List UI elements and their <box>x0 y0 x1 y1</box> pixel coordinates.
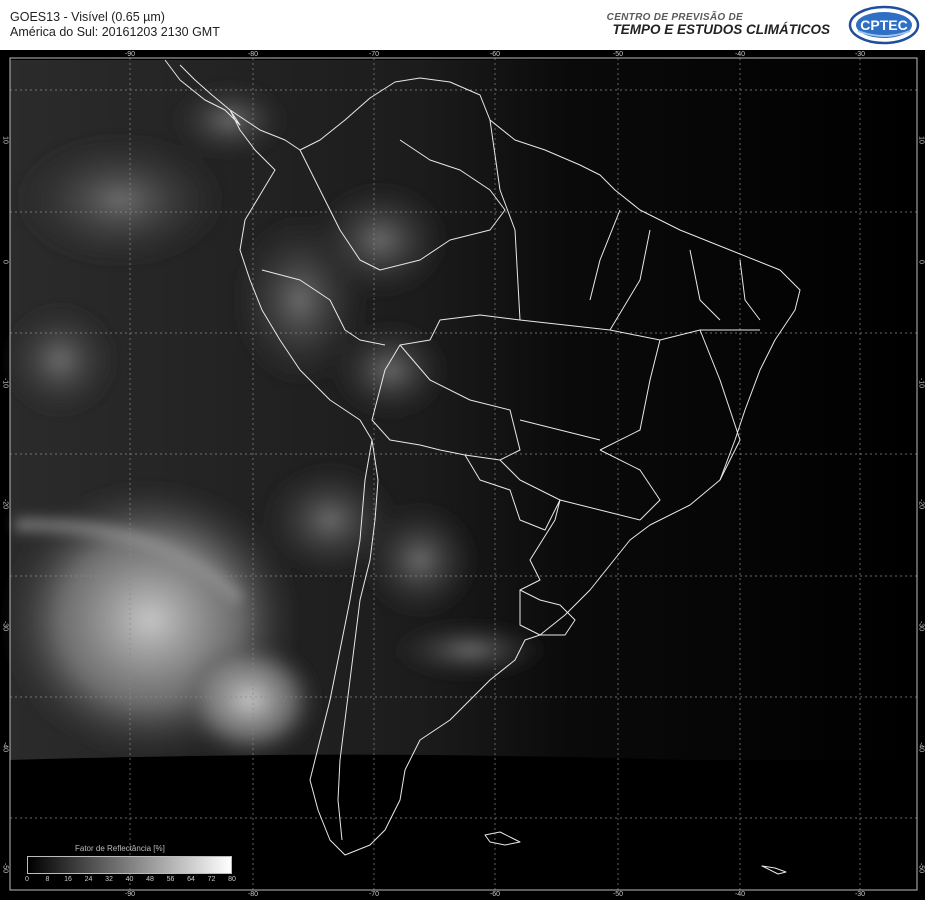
legend-tick-label: 80 <box>228 876 236 883</box>
legend-tick-label: 72 <box>207 876 216 883</box>
latitude-label: 0 <box>1 260 9 264</box>
longitude-label: -60 <box>489 891 501 898</box>
logo-text: CPTEC <box>860 17 907 33</box>
legend-title: Fator de Reflectância [%] <box>75 844 165 853</box>
latitude-label: -20 <box>1 498 9 510</box>
longitude-label: -90 <box>124 891 136 898</box>
latitude-label: -30 <box>1 620 9 632</box>
latitude-label: -50 <box>917 862 925 874</box>
longitude-label: -90 <box>124 51 136 58</box>
longitude-label: -30 <box>854 51 866 58</box>
latitude-label: -10 <box>1 377 9 389</box>
longitude-label: -80 <box>247 51 259 58</box>
latitude-label: 10 <box>1 136 9 144</box>
reflectance-colorbar <box>27 856 232 874</box>
header: GOES13 - Visível (0.65 µm) América do Su… <box>0 0 925 50</box>
latitude-label: 0 <box>917 260 925 264</box>
legend-tick-label: 0 <box>25 876 29 883</box>
longitude-label: -50 <box>612 891 624 898</box>
legend-tick-label: 32 <box>105 876 113 883</box>
cptec-logo: CPTEC <box>848 5 920 45</box>
institution-title: TEMPO E ESTUDOS CLIMÁTICOS <box>612 22 830 37</box>
legend-tick-label: 56 <box>166 876 175 883</box>
legend-tick-label: 8 <box>45 876 50 883</box>
latitude-label: -50 <box>1 862 9 874</box>
product-title: GOES13 - Visível (0.65 µm) <box>10 10 165 24</box>
longitude-label: -40 <box>734 51 746 58</box>
longitude-label: -70 <box>368 51 380 58</box>
legend-tick-label: 16 <box>64 876 72 883</box>
latitude-label: -10 <box>917 377 925 389</box>
latitude-label: -40 <box>917 741 925 753</box>
longitude-label: -80 <box>247 891 259 898</box>
longitude-label: -70 <box>368 891 380 898</box>
region-datetime: América do Sul: 20161203 2130 GMT <box>10 25 220 39</box>
latitude-label: 10 <box>917 136 925 144</box>
latitude-label: -30 <box>917 620 925 632</box>
legend-ticks: 0 8 16 24 32 40 48 56 64 72 80 <box>25 876 236 886</box>
legend-tick-label: 24 <box>84 876 93 883</box>
satellite-image <box>0 57 918 891</box>
longitude-label: -30 <box>854 891 866 898</box>
satellite-map: -90 -80 -70 -60 -50 -40 -30 -90 -80 -70 -60 -50 -40… <box>0 50 925 900</box>
longitude-label: -60 <box>489 51 501 58</box>
legend-tick-label: 64 <box>187 876 195 883</box>
legend-tick-label: 48 <box>146 876 154 883</box>
latitude-label: -20 <box>917 498 925 510</box>
legend-tick-label: 40 <box>125 876 134 883</box>
longitude-label: -40 <box>734 891 746 898</box>
latitude-label: -40 <box>1 741 9 753</box>
longitude-label: -50 <box>612 51 624 58</box>
